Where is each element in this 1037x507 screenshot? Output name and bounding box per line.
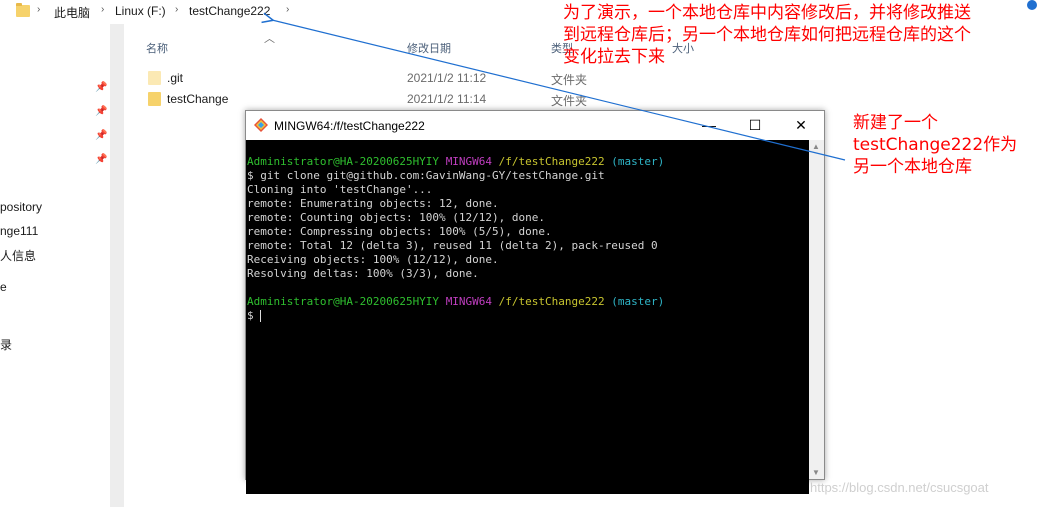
annotation-line: 变化拉去下来 [563,47,665,67]
annotation-side: 新建了一个 testChange222作为 另一个本地仓库 [853,112,1017,178]
watermark: https://blog.csdn.net/csucsgoat [810,480,989,495]
annotation-line: 到远程仓库后；另一个本地仓库如何把远程仓库的这个 [563,25,971,45]
annotation-top: 为了演示，一个本地仓库中内容修改后，并将修改推送 到远程仓库后；另一个本地仓库如… [563,2,971,68]
annotation-line: 另一个本地仓库 [853,157,972,177]
annotation-line: 为了演示，一个本地仓库中内容修改后，并将修改推送 [563,3,971,23]
annotation-arrow [0,0,846,161]
annotation-line: testChange222作为 [853,135,1018,155]
annotation-line: 新建了一个 [853,113,938,133]
